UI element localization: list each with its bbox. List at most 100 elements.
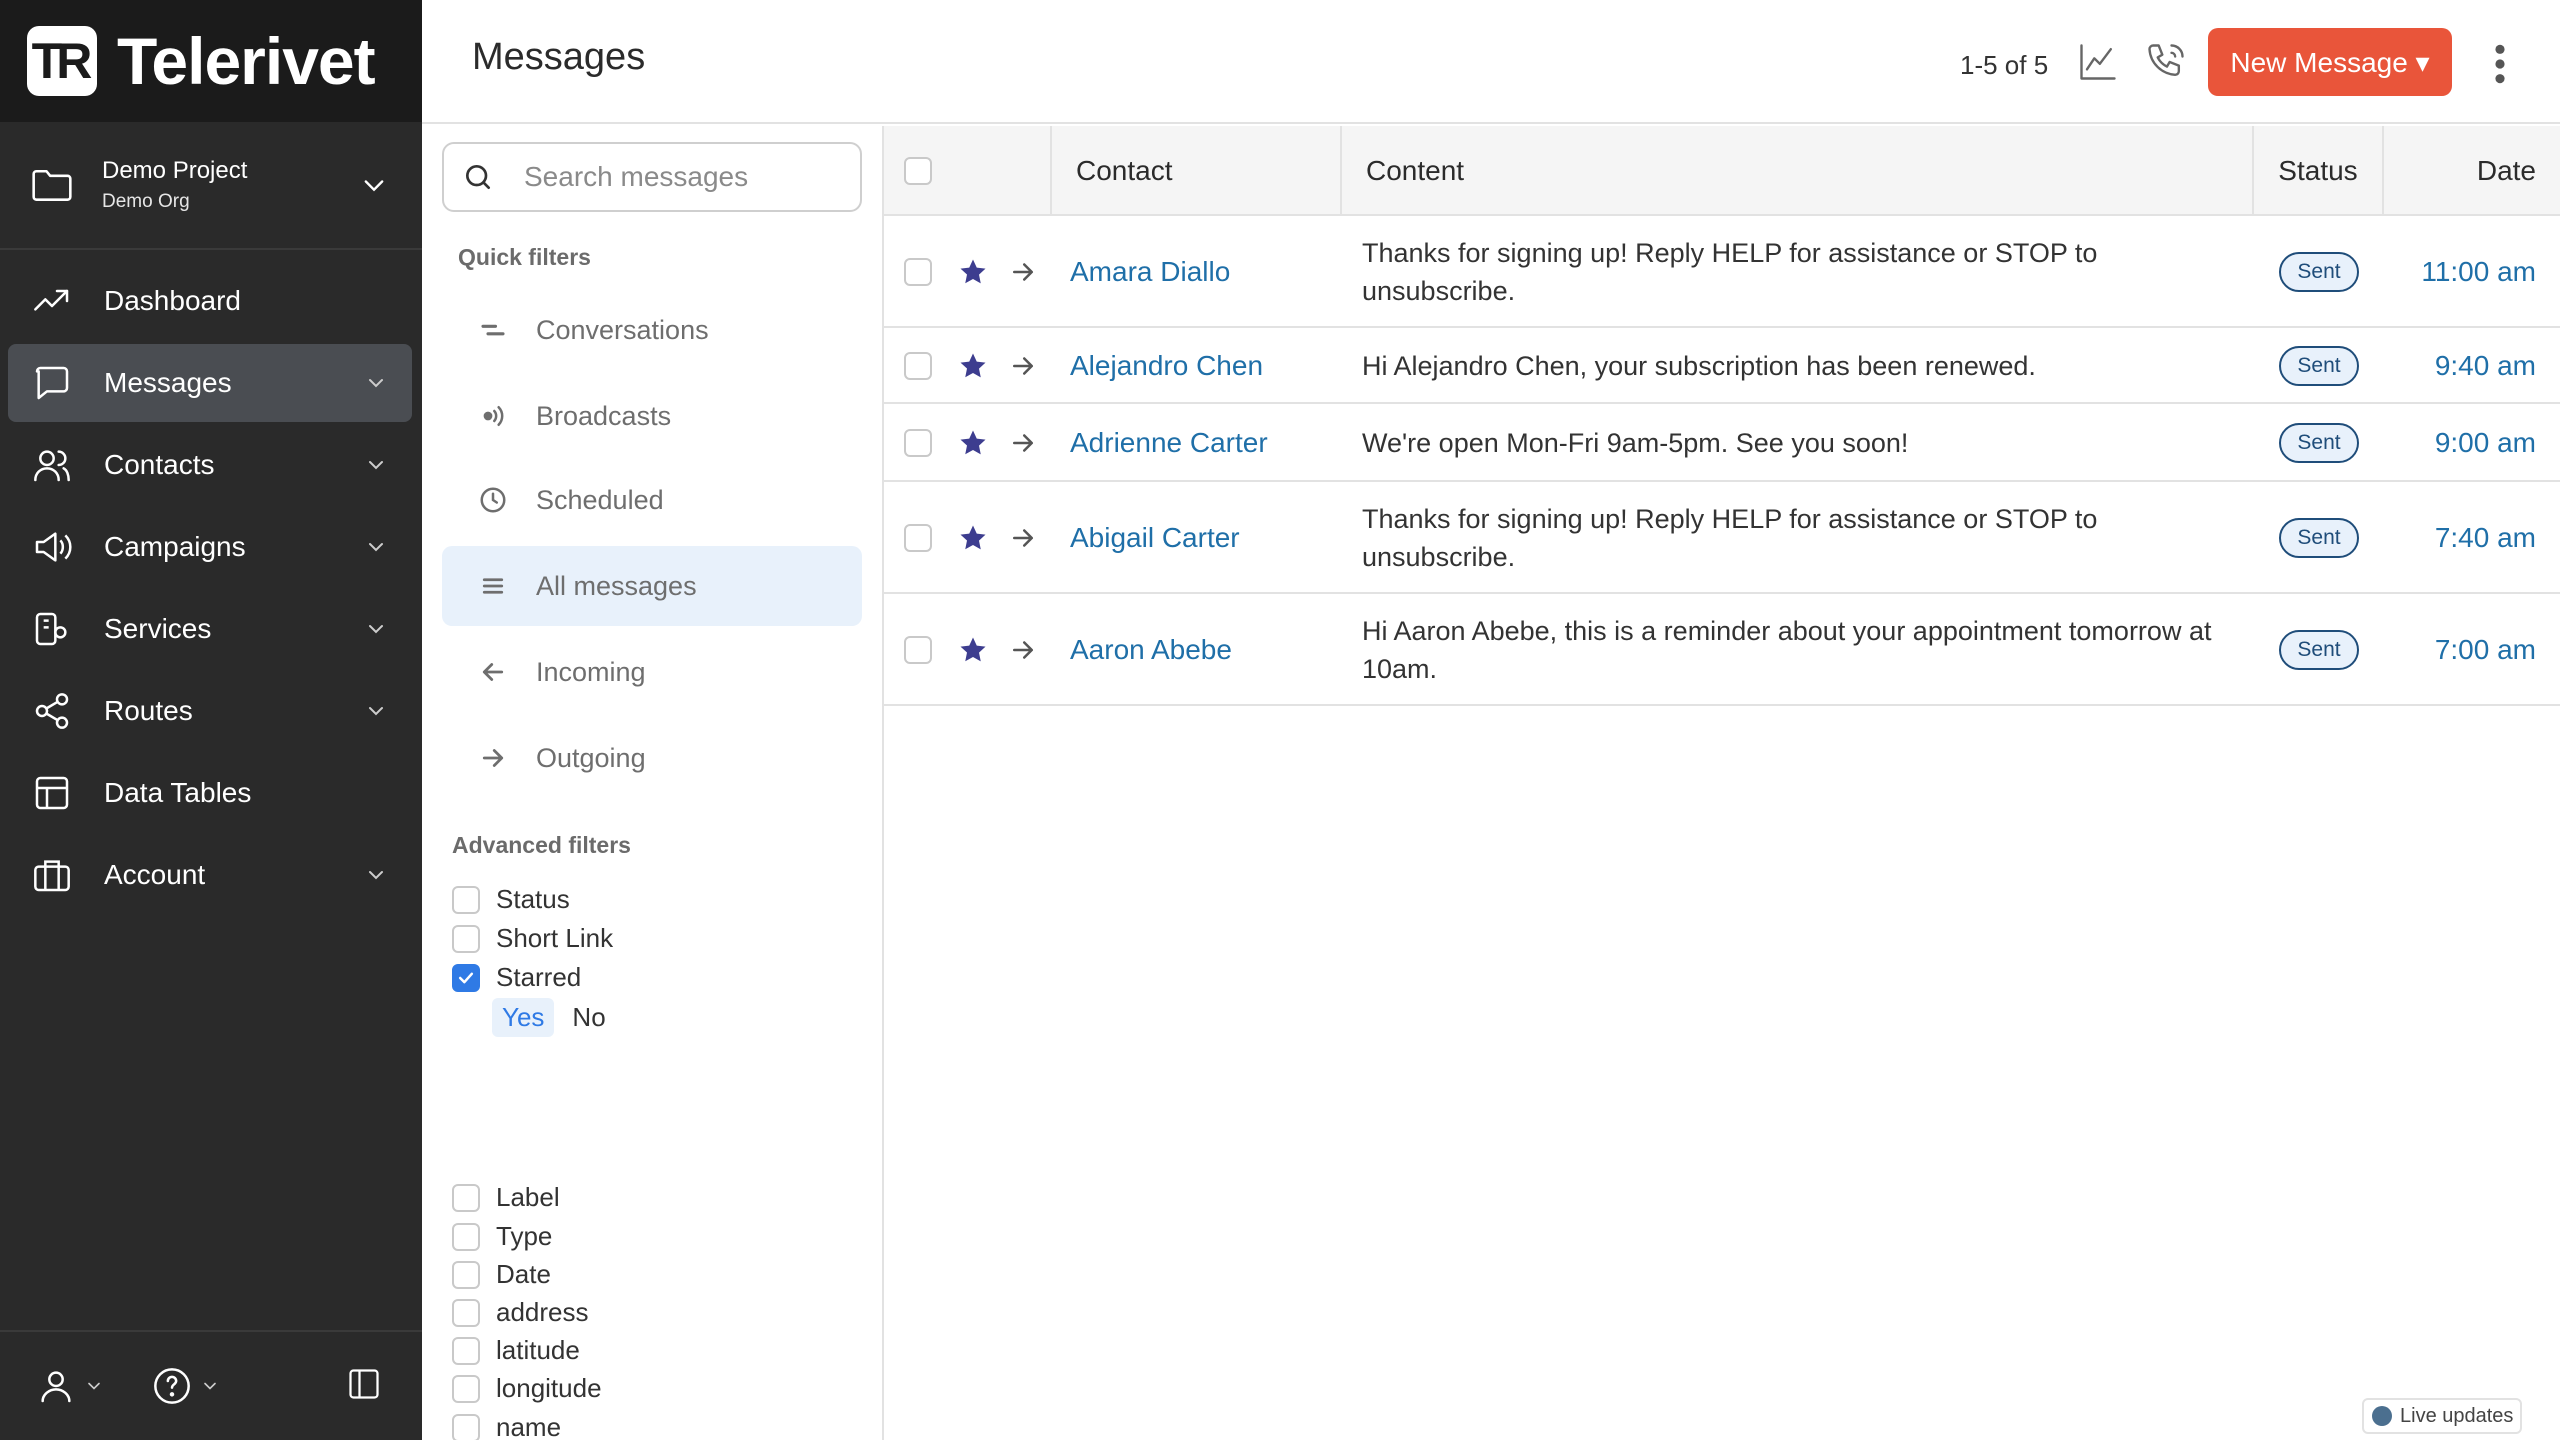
sidebar-item-campaigns[interactable]: Campaigns — [8, 508, 412, 586]
message-date[interactable]: 11:00 am — [2384, 216, 2536, 328]
chart-icon[interactable] — [2076, 40, 2120, 84]
quick-filter-incoming[interactable]: Incoming — [442, 632, 862, 712]
filter-checkbox[interactable] — [452, 924, 480, 953]
phone-icon[interactable] — [2144, 40, 2188, 84]
project-selector[interactable]: Demo Project Demo Org — [0, 122, 422, 250]
search-box[interactable] — [442, 142, 862, 212]
select-all-checkbox[interactable] — [904, 157, 932, 185]
sidebar-item-data-tables[interactable]: Data Tables — [8, 754, 412, 832]
message-content: Thanks for signing up! Reply HELP for as… — [1362, 504, 2098, 572]
contact-link[interactable]: Alejandro Chen — [1070, 328, 1263, 404]
sidebar-item-dashboard[interactable]: Dashboard — [8, 262, 412, 340]
filter-checkbox[interactable] — [452, 1374, 480, 1403]
row-checkbox[interactable] — [904, 429, 932, 457]
message-date[interactable]: 9:40 am — [2384, 328, 2536, 404]
table-row[interactable]: Abigail Carter Thanks for signing up! Re… — [884, 482, 2560, 594]
quick-filter-outgoing[interactable]: Outgoing — [442, 718, 862, 798]
filter-checkbox[interactable] — [452, 1260, 480, 1289]
column-header-status[interactable]: Status — [2254, 126, 2384, 216]
help-menu-button[interactable] — [152, 1366, 220, 1406]
advanced-filter-type[interactable]: Type — [452, 1221, 552, 1252]
filter-checkbox[interactable] — [452, 885, 480, 914]
live-updates-indicator[interactable]: Live updates — [2362, 1398, 2522, 1434]
more-options-icon[interactable] — [2490, 42, 2510, 86]
sidebar-item-routes[interactable]: Routes — [8, 672, 412, 750]
contact-link[interactable]: Adrienne Carter — [1070, 404, 1268, 482]
column-header-contact[interactable]: Contact — [1052, 126, 1342, 216]
advanced-filter-longitude[interactable]: longitude — [452, 1373, 602, 1404]
list-icon — [482, 578, 504, 594]
contact-link[interactable]: Abigail Carter — [1070, 482, 1240, 594]
sidebar-toggle-icon[interactable] — [346, 1366, 382, 1402]
filter-checkbox[interactable] — [452, 963, 480, 992]
filter-label: Label — [496, 1182, 560, 1212]
filter-label: Type — [496, 1221, 553, 1251]
star-icon[interactable] — [958, 257, 988, 287]
quick-filter-scheduled[interactable]: Scheduled — [442, 460, 862, 540]
row-checkbox[interactable] — [904, 636, 932, 664]
star-icon[interactable] — [958, 351, 988, 381]
message-date[interactable]: 7:00 am — [2384, 594, 2536, 706]
table-row[interactable]: Adrienne Carter We're open Mon-Fri 9am-5… — [884, 404, 2560, 482]
filter-checkbox[interactable] — [452, 1413, 480, 1440]
outgoing-arrow-icon — [1013, 434, 1033, 452]
filter-checkbox[interactable] — [452, 1183, 480, 1212]
table-row[interactable]: Aaron Abebe Hi Aaron Abebe, this is a re… — [884, 594, 2560, 706]
sidebar-item-label: Routes — [104, 695, 193, 726]
filter-label: Short Link — [496, 923, 614, 953]
contact-link[interactable]: Amara Diallo — [1070, 216, 1230, 328]
quick-filter-conversations[interactable]: Conversations — [442, 290, 862, 370]
outgoing-arrow-icon — [1013, 529, 1033, 547]
sidebar-item-contacts[interactable]: Contacts — [8, 426, 412, 504]
starred-yes-option[interactable]: Yes — [492, 998, 555, 1037]
filter-label: latitude — [496, 1335, 580, 1365]
sidebar-item-account[interactable]: Account — [8, 836, 412, 914]
message-date[interactable]: 9:00 am — [2384, 404, 2536, 482]
row-checkbox[interactable] — [904, 258, 932, 286]
page-title: Messages — [472, 36, 646, 78]
quick-filter-label: All messages — [536, 570, 697, 601]
starred-no-option[interactable]: No — [562, 998, 615, 1037]
sidebar: TR Telerivet Demo Project Demo Org Dashb… — [0, 0, 422, 1440]
message-content: Hi Aaron Abebe, this is a reminder about… — [1362, 616, 2212, 684]
filter-label: Status — [496, 884, 570, 914]
logo-icon: TR — [27, 26, 97, 96]
arrow-right-icon — [482, 749, 504, 767]
advanced-filter-short-link[interactable]: Short Link — [452, 923, 613, 954]
live-updates-label: Live updates — [2400, 1404, 2514, 1427]
advanced-filter-label[interactable]: Label — [452, 1182, 560, 1213]
advanced-filter-starred[interactable]: Starred — [452, 962, 581, 993]
megaphone-icon — [35, 532, 72, 562]
advanced-filter-date[interactable]: Date — [452, 1259, 551, 1290]
advanced-filter-address[interactable]: address — [452, 1297, 589, 1328]
column-header-date[interactable]: Date — [2384, 126, 2560, 216]
services-icon — [35, 612, 67, 646]
sidebar-item-messages[interactable]: Messages — [8, 344, 412, 422]
filter-checkbox[interactable] — [452, 1336, 480, 1365]
sidebar-item-label: Campaigns — [104, 531, 246, 562]
user-menu-button[interactable] — [36, 1366, 104, 1406]
message-date[interactable]: 7:40 am — [2384, 482, 2536, 594]
row-checkbox[interactable] — [904, 352, 932, 380]
contact-link[interactable]: Aaron Abebe — [1070, 594, 1232, 706]
table-row[interactable]: Amara Diallo Thanks for signing up! Repl… — [884, 216, 2560, 328]
search-input[interactable] — [524, 161, 854, 193]
filter-checkbox[interactable] — [452, 1298, 480, 1327]
star-icon[interactable] — [958, 523, 988, 553]
sidebar-item-services[interactable]: Services — [8, 590, 412, 668]
folder-icon — [32, 169, 72, 201]
project-org: Demo Org — [102, 191, 190, 212]
filter-checkbox[interactable] — [452, 1222, 480, 1251]
quick-filter-broadcasts[interactable]: Broadcasts — [442, 376, 862, 456]
star-icon[interactable] — [958, 428, 988, 458]
advanced-filter-status[interactable]: Status — [452, 884, 570, 915]
column-header-content[interactable]: Content — [1342, 126, 2254, 216]
quick-filter-all-messages[interactable]: All messages — [442, 546, 862, 626]
row-checkbox[interactable] — [904, 524, 932, 552]
advanced-filter-latitude[interactable]: latitude — [452, 1335, 580, 1366]
new-message-button[interactable]: New Message ▾ — [2208, 28, 2452, 96]
table-row[interactable]: Alejandro Chen Hi Alejandro Chen, your s… — [884, 328, 2560, 404]
star-icon[interactable] — [958, 635, 988, 665]
chevron-down-icon — [204, 1382, 216, 1390]
advanced-filter-name[interactable]: name — [452, 1412, 561, 1440]
